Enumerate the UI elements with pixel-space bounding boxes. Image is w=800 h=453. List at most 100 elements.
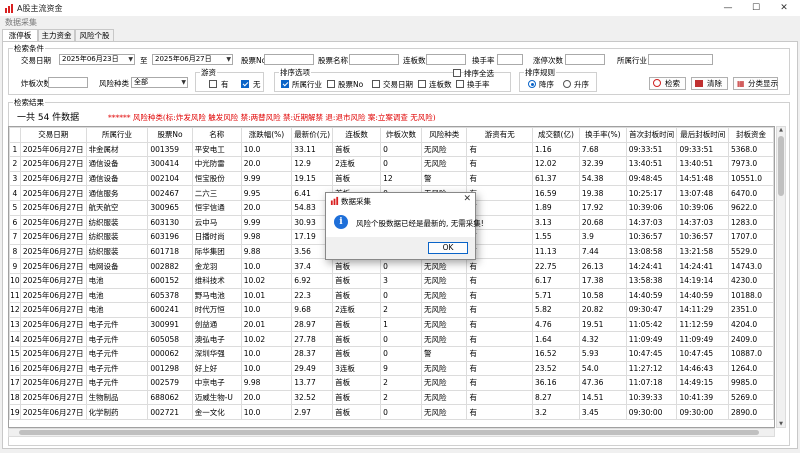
table-cell[interactable]: 10.0 (240, 345, 293, 362)
table-cell[interactable]: 12.9 (291, 156, 334, 172)
table-cell[interactable]: 2025年06月27日 (19, 214, 87, 231)
table-cell[interactable]: 14:24:41 (676, 258, 729, 274)
table-cell[interactable]: 金龙羽 (191, 258, 242, 274)
table-cell[interactable]: 2025年06月27日 (19, 243, 87, 260)
table-cell[interactable]: 澳弘电子 (191, 331, 242, 347)
table-cell[interactable]: 恒宝股份 (191, 170, 242, 187)
table-cell[interactable]: 2890.0 (727, 404, 774, 420)
table-cell[interactable]: 有 (466, 331, 533, 347)
table-cell[interactable]: 4230.0 (727, 272, 774, 289)
table-cell[interactable]: 2连板 (332, 156, 382, 172)
table-cell[interactable]: 无风险 (421, 156, 468, 172)
table-cell[interactable]: 14:11:29 (676, 302, 729, 318)
table-cell[interactable]: 33.11 (291, 141, 334, 158)
table-cell[interactable]: 10551.0 (727, 170, 774, 187)
table-cell[interactable]: 2351.0 (727, 302, 774, 318)
table-cell[interactable]: 7.44 (578, 243, 627, 260)
table-cell[interactable]: 0 (380, 345, 423, 362)
date-to-picker[interactable]: 2025年06月27日 ▼ (152, 54, 233, 65)
table-cell[interactable]: 002579 (147, 375, 193, 391)
table-cell[interactable]: 5529.0 (727, 243, 774, 260)
table-cell[interactable]: 4.32 (578, 331, 627, 347)
table-cell[interactable]: 有 (466, 258, 533, 274)
table-cell[interactable]: 首板 (332, 331, 382, 347)
column-header[interactable]: 所属行业 (85, 127, 149, 143)
tab-main-funds[interactable]: 主力资金 (38, 29, 75, 41)
table-cell[interactable]: 0 (380, 404, 423, 420)
table-cell[interactable]: 纺织服装 (85, 229, 149, 245)
table-cell[interactable]: 4.76 (532, 316, 580, 333)
table-cell[interactable]: 中光防雷 (191, 156, 242, 172)
table-cell[interactable]: 有 (466, 375, 533, 391)
table-cell[interactable]: 电池 (85, 302, 149, 318)
table-cell[interactable]: 001359 (147, 141, 193, 158)
table-cell[interactable]: 3.2 (532, 404, 580, 420)
table-cell[interactable]: 云中马 (191, 214, 242, 231)
table-cell[interactable]: 13:07:48 (676, 185, 729, 201)
table-cell[interactable]: 电子元件 (85, 316, 149, 333)
table-cell[interactable]: 002467 (147, 185, 193, 201)
menu-data-collect[interactable]: 数据采集 (5, 17, 37, 28)
table-cell[interactable]: 1707.0 (727, 229, 774, 245)
table-cell[interactable]: 有 (466, 316, 533, 333)
table-cell[interactable]: 有 (466, 243, 533, 260)
table-cell[interactable]: 首板 (332, 258, 382, 274)
table-cell[interactable]: 野马电池 (191, 287, 242, 304)
table-cell[interactable]: 无风险 (421, 360, 468, 377)
table-cell[interactable]: 无风险 (421, 258, 468, 274)
table-cell[interactable]: 12 (380, 170, 423, 187)
table-cell[interactable]: 2025年06月27日 (19, 199, 87, 216)
column-header[interactable]: 连板数 (332, 127, 382, 143)
table-cell[interactable]: 600152 (147, 272, 193, 289)
column-header[interactable]: 涨跌幅(%) (240, 127, 293, 143)
column-header[interactable]: 最后封板时间 (676, 127, 729, 143)
scroll-up-icon[interactable]: ▲ (777, 127, 785, 133)
table-cell[interactable]: 19.38 (578, 185, 627, 201)
table-cell[interactable]: 创益通 (191, 316, 242, 333)
table-cell[interactable]: 首板 (332, 272, 382, 289)
table-cell[interactable]: 1.64 (532, 331, 580, 347)
table-cell[interactable]: 纺织服装 (85, 214, 149, 231)
table-cell[interactable]: 4204.0 (727, 316, 774, 333)
minimize-button[interactable]: — (714, 0, 742, 16)
table-cell[interactable]: 600241 (147, 302, 193, 318)
column-header[interactable]: 成交额(亿) (532, 127, 580, 143)
row-number[interactable]: 4 (9, 185, 21, 201)
table-cell[interactable]: 0 (380, 331, 423, 347)
table-cell[interactable]: 11:12:59 (676, 316, 729, 333)
table-cell[interactable]: 6.17 (532, 272, 580, 289)
table-cell[interactable]: 2025年06月27日 (19, 272, 87, 289)
table-cell[interactable]: 2025年06月27日 (19, 360, 87, 377)
table-cell[interactable]: 2连板 (332, 302, 382, 318)
table-cell[interactable]: 300991 (147, 316, 193, 333)
table-cell[interactable]: 300965 (147, 199, 193, 216)
table-cell[interactable]: 电池 (85, 272, 149, 289)
table-cell[interactable]: 09:33:51 (625, 141, 678, 158)
table-cell[interactable]: 11:09:49 (676, 331, 729, 347)
table-cell[interactable]: 26.13 (578, 258, 627, 274)
dialog-close-button[interactable]: ✕ (463, 194, 471, 204)
table-cell[interactable]: 中京电子 (191, 375, 242, 391)
table-cell[interactable]: 3连板 (332, 360, 382, 377)
column-header[interactable]: 首次封板时间 (625, 127, 678, 143)
table-cell[interactable]: 20.0 (240, 199, 293, 216)
table-cell[interactable]: 有 (466, 229, 533, 245)
column-header[interactable]: 风险种类 (421, 127, 468, 143)
clear-button[interactable]: 清除 (691, 77, 728, 90)
table-cell[interactable]: 10.0 (240, 302, 293, 318)
table-cell[interactable]: 17.92 (578, 199, 627, 216)
table-cell[interactable]: 好上好 (191, 360, 242, 377)
table-cell[interactable]: 16.52 (532, 345, 580, 362)
table-cell[interactable]: 10887.0 (727, 345, 774, 362)
horizontal-scroll-thumb[interactable] (19, 430, 759, 435)
table-cell[interactable]: 11.13 (532, 243, 580, 260)
table-cell[interactable]: 2025年06月27日 (19, 170, 87, 187)
table-cell[interactable]: 16.59 (532, 185, 580, 201)
table-cell[interactable]: 2025年06月27日 (19, 375, 87, 391)
table-cell[interactable]: 14:46:43 (676, 360, 729, 377)
table-cell[interactable]: 20.0 (240, 389, 293, 406)
table-cell[interactable]: 11:07:18 (625, 375, 678, 391)
table-cell[interactable]: 10:25:17 (625, 185, 678, 201)
table-cell[interactable]: 有 (466, 156, 533, 172)
table-cell[interactable]: 10.58 (578, 287, 627, 304)
